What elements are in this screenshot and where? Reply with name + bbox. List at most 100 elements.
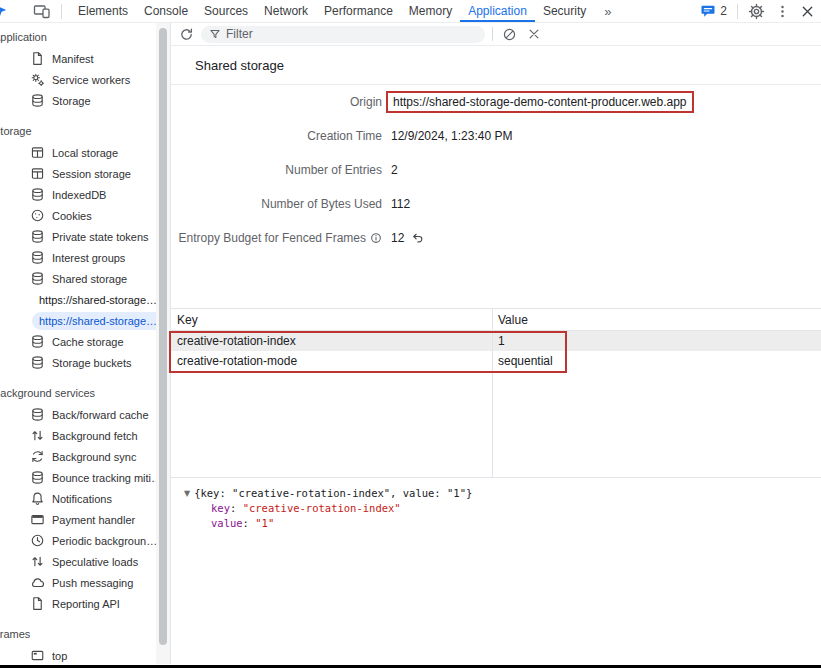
sidebar-item-https-shared-storage-selected[interactable]: https://shared-storage… bbox=[0, 310, 156, 331]
frame-icon bbox=[30, 648, 45, 663]
sync-icon bbox=[30, 449, 45, 464]
report-value-text: 2 bbox=[391, 163, 398, 177]
report-value: 2 bbox=[391, 163, 398, 177]
preview-summary: {key: "creative-rotation-index", value: … bbox=[194, 486, 472, 501]
metadata-report: Origin https://shared-storage-demo-conten… bbox=[171, 85, 821, 255]
table-icon bbox=[30, 166, 45, 181]
settings-gear-icon[interactable] bbox=[748, 3, 765, 20]
sidebar-item-speculative-loads[interactable]: Speculative loads bbox=[0, 551, 156, 572]
tab-sources[interactable]: Sources bbox=[196, 0, 256, 22]
database-icon bbox=[30, 93, 45, 108]
cell-value: 1 bbox=[492, 334, 505, 348]
device-toolbar-icon[interactable] bbox=[23, 3, 61, 19]
bell-icon bbox=[30, 491, 45, 506]
tabbar-divider bbox=[61, 4, 62, 19]
preview-summary-line[interactable]: ▼ {key: "creative-rotation-index", value… bbox=[184, 486, 821, 501]
sidebar-item-reporting-api[interactable]: Reporting API bbox=[0, 593, 156, 614]
sidebar-item-session-storage[interactable]: Session storage bbox=[0, 163, 156, 184]
tabbar-divider bbox=[737, 4, 738, 19]
issues-counter[interactable]: 2 bbox=[700, 3, 727, 19]
report-value: https://shared-storage-demo-content-prod… bbox=[386, 91, 694, 113]
reset-budget-icon[interactable] bbox=[410, 231, 424, 245]
report-label-text: Number of Entries bbox=[285, 163, 382, 177]
sidebar-item-storage[interactable]: Storage bbox=[0, 90, 156, 111]
sidebar-item-label: Push messaging bbox=[52, 577, 133, 589]
report-label: Origin bbox=[171, 95, 382, 109]
database-icon bbox=[30, 229, 45, 244]
sidebar-item-indexeddb[interactable]: IndexedDB bbox=[0, 184, 156, 205]
sidebar-item-payment-handler[interactable]: Payment handler bbox=[0, 509, 156, 530]
sidebar-item-storage-buckets[interactable]: Storage buckets bbox=[0, 352, 156, 373]
panel-tabs: ElementsConsoleSourcesNetworkPerformance… bbox=[70, 0, 594, 22]
sidebar-item-label: Local storage bbox=[52, 147, 118, 159]
sidebar-item-cookies[interactable]: Cookies bbox=[0, 205, 156, 226]
sidebar-item-local-storage[interactable]: Local storage bbox=[0, 142, 156, 163]
tab-performance[interactable]: Performance bbox=[316, 0, 401, 22]
report-label-text: Creation Time bbox=[307, 129, 382, 143]
report-value: 12 bbox=[391, 231, 424, 245]
sidebar-item-cache-storage[interactable]: Cache storage bbox=[0, 331, 156, 352]
sidebar-item-label: IndexedDB bbox=[52, 189, 106, 201]
clear-block-icon[interactable] bbox=[501, 26, 517, 42]
sidebar-item-https-shared-storage[interactable]: https://shared-storage… bbox=[0, 289, 156, 310]
sidebar-item-private-state-tokens[interactable]: Private state tokens bbox=[0, 226, 156, 247]
database-icon bbox=[30, 407, 45, 422]
sidebar-item-label: Notifications bbox=[52, 493, 112, 505]
sidebar-section-title: Frames bbox=[0, 624, 156, 645]
sidebar-item-bounce-tracking-miti[interactable]: Bounce tracking miti… bbox=[0, 467, 156, 488]
sidebar-item-label: Speculative loads bbox=[52, 556, 138, 568]
tab-memory[interactable]: Memory bbox=[401, 0, 460, 22]
inspect-element-icon[interactable] bbox=[0, 0, 10, 22]
filter-input[interactable]: Filter bbox=[201, 26, 485, 43]
delete-selected-icon[interactable] bbox=[526, 26, 542, 42]
more-tabs-button[interactable]: » bbox=[594, 0, 621, 22]
column-divider[interactable] bbox=[492, 309, 493, 477]
report-label-text: Origin bbox=[350, 95, 382, 109]
report-row: Creation Time12/9/2024, 1:23:40 PM bbox=[171, 119, 821, 153]
column-header-key[interactable]: Key bbox=[171, 313, 492, 327]
info-icon[interactable] bbox=[370, 232, 382, 244]
up-down-arrows-icon bbox=[30, 428, 45, 443]
disclosure-triangle-icon[interactable]: ▼ bbox=[184, 486, 190, 501]
sidebar-section-title: Background services bbox=[0, 383, 156, 404]
sidebar-item-label: Back/forward cache bbox=[52, 409, 149, 421]
sidebar-item-label: top bbox=[52, 650, 67, 662]
database-icon bbox=[30, 355, 45, 370]
refresh-icon[interactable] bbox=[178, 26, 194, 42]
sidebar-item-background-sync[interactable]: Background sync bbox=[0, 446, 156, 467]
sidebar-item-notifications[interactable]: Notifications bbox=[0, 488, 156, 509]
tab-console[interactable]: Console bbox=[136, 0, 196, 22]
sidebar-item-back-forward-cache[interactable]: Back/forward cache bbox=[0, 404, 156, 425]
sidebar-item-periodic-backgroun[interactable]: Periodic backgroun… bbox=[0, 530, 156, 551]
bottom-edge bbox=[0, 665, 821, 668]
database-icon bbox=[30, 250, 45, 265]
sidebar-item-background-fetch[interactable]: Background fetch bbox=[0, 425, 156, 446]
card-icon bbox=[30, 512, 45, 527]
table-row[interactable]: creative-rotation-modesequential bbox=[171, 351, 821, 371]
sidebar-item-interest-groups[interactable]: Interest groups bbox=[0, 247, 156, 268]
tab-elements[interactable]: Elements bbox=[70, 0, 136, 22]
cookie-icon bbox=[30, 208, 45, 223]
sidebar-item-label: Background fetch bbox=[52, 430, 138, 442]
database-icon bbox=[30, 271, 45, 286]
section-title-text: Application bbox=[0, 27, 47, 48]
tab-security[interactable]: Security bbox=[535, 0, 594, 22]
sidebar-item-label: Interest groups bbox=[52, 252, 125, 264]
panel-toolbar: Filter bbox=[171, 23, 821, 46]
sidebar-scrollbar[interactable] bbox=[156, 23, 170, 664]
report-label-text: Entropy Budget for Fenced Frames bbox=[179, 231, 366, 245]
toolbar-divider bbox=[492, 27, 493, 41]
sidebar-item-shared-storage[interactable]: Shared storage bbox=[0, 268, 156, 289]
column-header-value[interactable]: Value bbox=[492, 313, 528, 327]
filter-placeholder: Filter bbox=[226, 27, 253, 41]
table-row[interactable]: creative-rotation-index1 bbox=[171, 331, 821, 351]
sidebar-item-top[interactable]: top bbox=[0, 645, 156, 664]
sidebar-item-push-messaging[interactable]: Push messaging bbox=[0, 572, 156, 593]
kebab-menu-icon[interactable] bbox=[775, 4, 790, 19]
sidebar-item-manifest[interactable]: Manifest bbox=[0, 48, 156, 69]
tab-network[interactable]: Network bbox=[256, 0, 316, 22]
sidebar-item-service-workers[interactable]: Service workers bbox=[0, 69, 156, 90]
sidebar-scrollbar-thumb[interactable] bbox=[159, 28, 167, 645]
tab-application[interactable]: Application bbox=[460, 0, 535, 22]
close-devtools-icon[interactable] bbox=[800, 4, 815, 19]
